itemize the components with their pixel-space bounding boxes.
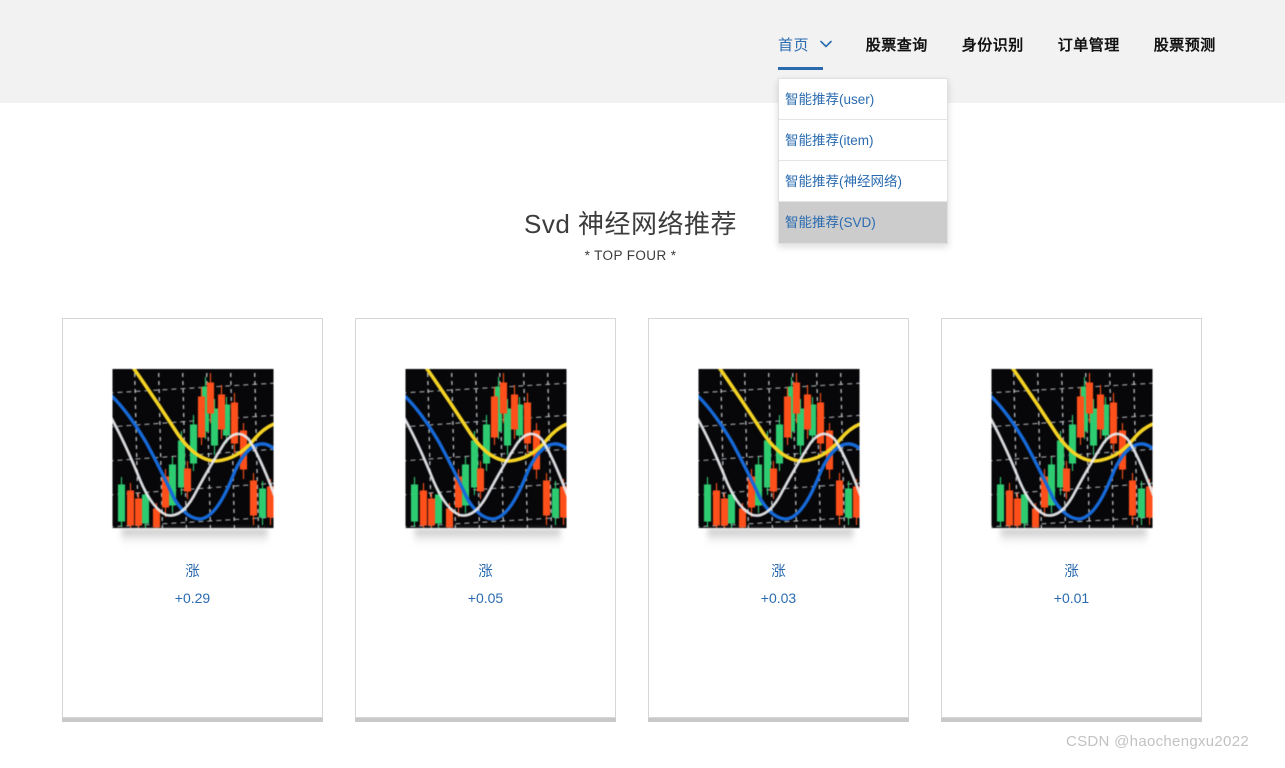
card-trend-value: +0.05 bbox=[356, 590, 615, 606]
stock-chart-image bbox=[405, 369, 566, 528]
main-navigation: 首页 股票查询 身份识别 订单管理 股票预测 bbox=[778, 34, 1216, 61]
image-reflection bbox=[414, 529, 560, 545]
nav-item-identity-recognition[interactable]: 身份识别 bbox=[962, 34, 1024, 61]
card-trend-label: 涨 bbox=[942, 560, 1201, 581]
active-nav-underline bbox=[778, 67, 823, 70]
dropdown-item-label: 智能推荐(user) bbox=[785, 92, 874, 107]
image-reflection bbox=[121, 529, 267, 545]
nav-item-stock-prediction[interactable]: 股票预测 bbox=[1154, 34, 1216, 61]
home-dropdown-menu: 智能推荐(user) 智能推荐(item) 智能推荐(神经网络) 智能推荐(SV… bbox=[778, 78, 948, 244]
card-image-wrap bbox=[698, 369, 859, 528]
dropdown-item-label: 智能推荐(神经网络) bbox=[785, 174, 902, 189]
card-trend-value: +0.01 bbox=[942, 590, 1201, 606]
image-reflection bbox=[707, 529, 853, 545]
nav-item-label: 首页 bbox=[778, 37, 809, 54]
dropdown-item-recommend-neural-network[interactable]: 智能推荐(神经网络) bbox=[779, 161, 947, 202]
nav-item-order-management[interactable]: 订单管理 bbox=[1058, 34, 1120, 61]
page-subtitle: * TOP FOUR * bbox=[0, 248, 1261, 263]
dropdown-item-label: 智能推荐(SVD) bbox=[785, 215, 876, 230]
dropdown-item-label: 智能推荐(item) bbox=[785, 133, 874, 148]
card-image-wrap bbox=[405, 369, 566, 528]
dropdown-item-recommend-user[interactable]: 智能推荐(user) bbox=[779, 79, 947, 120]
nav-item-stock-query[interactable]: 股票查询 bbox=[866, 34, 928, 61]
csdn-watermark: CSDN @haochengxu2022 bbox=[1066, 733, 1249, 750]
recommendation-card[interactable]: 涨 +0.03 bbox=[648, 318, 909, 718]
card-trend-value: +0.29 bbox=[63, 590, 322, 606]
dropdown-item-recommend-item[interactable]: 智能推荐(item) bbox=[779, 120, 947, 161]
nav-item-home[interactable]: 首页 bbox=[778, 34, 832, 61]
card-image-wrap bbox=[991, 369, 1152, 528]
card-image-wrap bbox=[112, 369, 273, 528]
image-reflection bbox=[1000, 529, 1146, 545]
card-trend-label: 涨 bbox=[649, 560, 908, 581]
dropdown-item-recommend-svd[interactable]: 智能推荐(SVD) bbox=[779, 202, 947, 243]
stock-chart-image bbox=[991, 369, 1152, 528]
chevron-down-icon bbox=[820, 40, 832, 48]
page-title: Svd 神经网络推荐 bbox=[0, 204, 1261, 241]
nav-item-label: 订单管理 bbox=[1058, 37, 1120, 54]
page-root: 首页 股票查询 身份识别 订单管理 股票预测 bbox=[0, 0, 1285, 768]
stock-chart-image bbox=[112, 369, 273, 528]
recommendation-card[interactable]: 涨 +0.05 bbox=[355, 318, 616, 718]
stock-chart-image bbox=[698, 369, 859, 528]
nav-item-label: 股票查询 bbox=[866, 37, 928, 54]
nav-item-label: 身份识别 bbox=[962, 37, 1024, 54]
card-trend-label: 涨 bbox=[356, 560, 615, 581]
recommendation-card-list: 涨 +0.29 bbox=[62, 318, 1202, 720]
card-trend-value: +0.03 bbox=[649, 590, 908, 606]
card-trend-label: 涨 bbox=[63, 560, 322, 581]
site-header: 首页 股票查询 身份识别 订单管理 股票预测 bbox=[0, 0, 1285, 103]
recommendation-card[interactable]: 涨 +0.29 bbox=[62, 318, 323, 718]
nav-item-label: 股票预测 bbox=[1154, 37, 1216, 54]
recommendation-card[interactable]: 涨 +0.01 bbox=[941, 318, 1202, 718]
